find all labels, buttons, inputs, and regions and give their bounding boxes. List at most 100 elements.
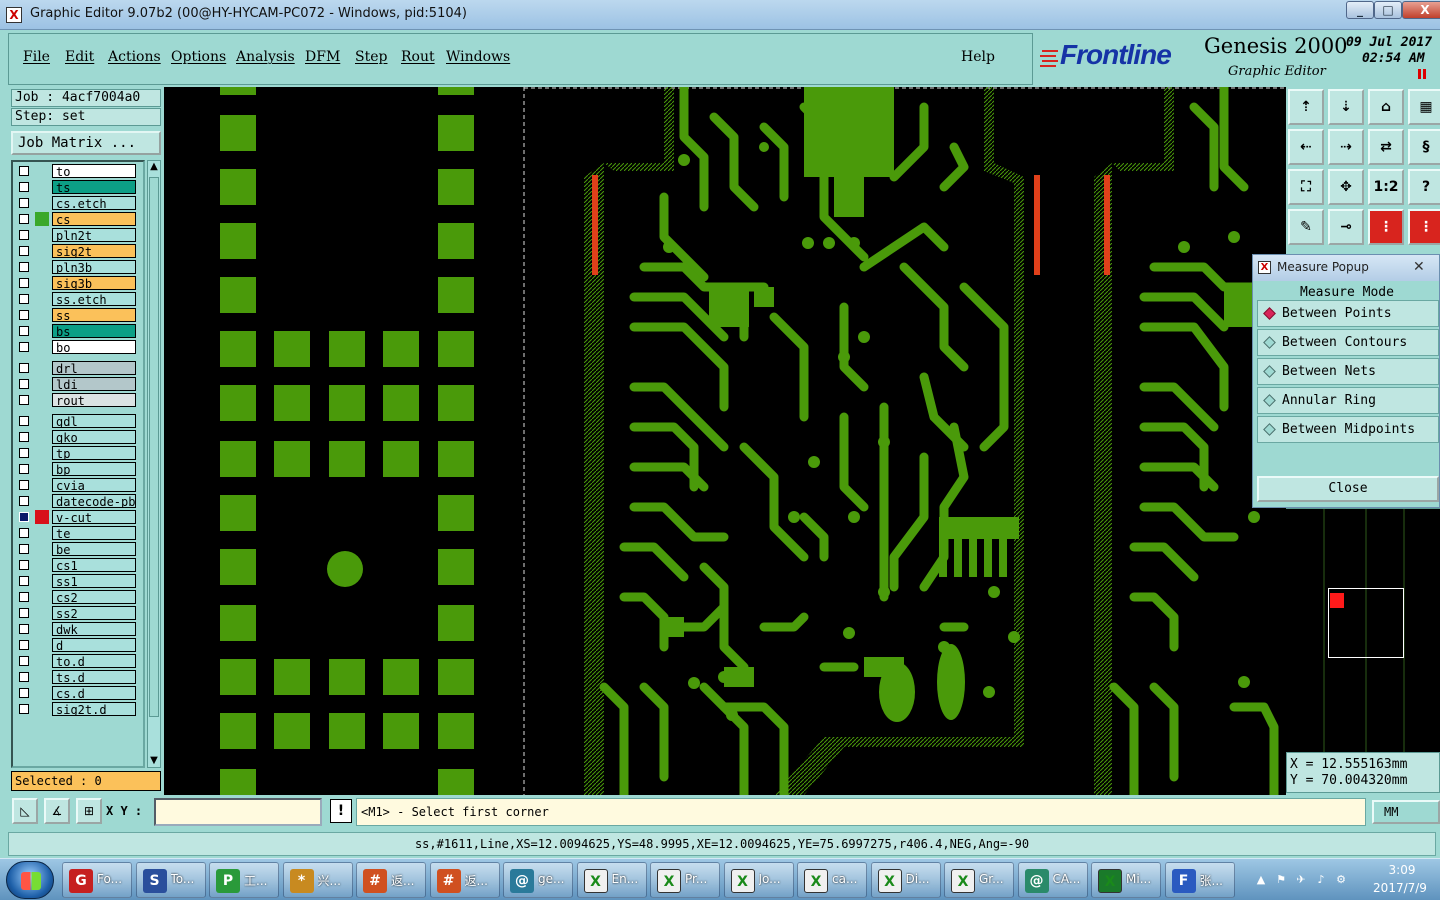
layer-row-bs[interactable]: bs <box>15 324 143 339</box>
taskbar-app[interactable]: X Di... <box>870 862 941 898</box>
layer-checkbox[interactable] <box>19 496 29 506</box>
layer-row-ss2[interactable]: ss2 <box>15 606 143 621</box>
pause-icon[interactable] <box>1418 69 1426 79</box>
layer-name[interactable]: pln2t <box>52 228 136 242</box>
layer-indicator[interactable] <box>35 393 49 407</box>
layer-name[interactable]: bs <box>52 324 136 338</box>
close-window-button[interactable]: X <box>1402 1 1440 19</box>
units-selector[interactable]: MM <box>1372 800 1440 824</box>
layer-checkbox[interactable] <box>19 464 29 474</box>
pan-right-icon[interactable]: ⇢ <box>1328 129 1364 165</box>
clock-date[interactable]: 2017/7/9 <box>1362 881 1438 895</box>
snap-grid-icon[interactable]: ⊞ <box>76 798 102 824</box>
mode-between-points[interactable]: Between Points <box>1257 300 1439 327</box>
layer-list-scrollbar[interactable]: ▲ ▼ <box>147 160 161 768</box>
layer-name[interactable]: ts.d <box>52 670 136 684</box>
layer-indicator[interactable] <box>35 702 49 716</box>
layer-indicator[interactable] <box>35 361 49 375</box>
help-query-button[interactable]: ? <box>1408 169 1440 205</box>
ime-icon[interactable]: ⚙ <box>1334 873 1348 887</box>
layer-name[interactable]: ss1 <box>52 574 136 588</box>
zoom-down-icon[interactable]: ⇣ <box>1328 89 1364 125</box>
taskbar-app[interactable]: X Pr... <box>650 862 720 898</box>
alert-icon[interactable]: ! <box>330 799 352 823</box>
layer-checkbox[interactable] <box>19 624 29 634</box>
layer-checkbox[interactable] <box>19 182 29 192</box>
flip-icon[interactable]: ⇄ <box>1368 129 1404 165</box>
layer-indicator[interactable] <box>35 574 49 588</box>
taskbar-app[interactable]: X En... <box>576 862 647 898</box>
maximize-button[interactable]: □ <box>1374 1 1402 19</box>
layer-indicator[interactable] <box>35 494 49 508</box>
layer-indicator[interactable] <box>35 446 49 460</box>
snap-corner-icon[interactable]: ◺ <box>12 798 38 824</box>
layer-name[interactable]: datecode-pbe <box>52 494 136 508</box>
popup-close-icon[interactable]: ✕ <box>1413 255 1425 279</box>
layer-row-d[interactable]: d <box>15 638 143 653</box>
layer-indicator[interactable] <box>35 670 49 684</box>
layer-name[interactable]: cvia <box>52 478 136 492</box>
layer-row-cs-d[interactable]: cs.d <box>15 686 143 701</box>
layer-name[interactable]: to.d <box>52 654 136 668</box>
menu-windows[interactable]: Windows <box>446 49 510 65</box>
layer-row-to[interactable]: to <box>15 164 143 179</box>
layer-indicator[interactable] <box>35 606 49 620</box>
layer-checkbox[interactable] <box>19 576 29 586</box>
layer-checkbox[interactable] <box>19 166 29 176</box>
flag-icon[interactable]: ✈ <box>1294 873 1308 887</box>
layer-row-ss-etch[interactable]: ss.etch <box>15 292 143 307</box>
taskbar-app[interactable]: * 兴... <box>282 862 353 898</box>
layer-checkbox[interactable] <box>19 294 29 304</box>
layer-name[interactable]: gdl <box>52 414 136 428</box>
layer-indicator[interactable] <box>35 686 49 700</box>
layer-indicator[interactable] <box>35 430 49 444</box>
layer-indicator[interactable] <box>35 212 49 226</box>
layer-name[interactable]: cs2 <box>52 590 136 604</box>
viewport-frame[interactable] <box>1328 588 1404 658</box>
measure-close-button[interactable]: Close <box>1257 476 1439 502</box>
layer-indicator[interactable] <box>35 292 49 306</box>
layer-indicator[interactable] <box>35 510 49 524</box>
layer-checkbox[interactable] <box>19 448 29 458</box>
layer-indicator[interactable] <box>35 654 49 668</box>
mode-between-contours[interactable]: Between Contours <box>1257 329 1439 356</box>
layer-row-to-d[interactable]: to.d <box>15 654 143 669</box>
layer-row-ldi[interactable]: ldi <box>15 377 143 392</box>
layer-checkbox[interactable] <box>19 198 29 208</box>
menu-edit[interactable]: Edit <box>65 49 94 65</box>
mode-between-nets[interactable]: Between Nets <box>1257 358 1439 385</box>
layer-row-cs1[interactable]: cs1 <box>15 558 143 573</box>
layout-grid-icon[interactable]: ▦ <box>1408 89 1440 125</box>
layer-checkbox[interactable] <box>19 656 29 666</box>
menu-analysis[interactable]: Analysis <box>236 49 295 65</box>
taskbar-app[interactable]: X Gr... <box>944 862 1014 898</box>
layer-row-pln3b[interactable]: pln3b <box>15 260 143 275</box>
menu-actions[interactable]: Actions <box>108 49 161 65</box>
layer-row-v-cut[interactable]: v-cut <box>15 510 143 525</box>
layer-name[interactable]: d <box>52 638 136 652</box>
layer-row-gdl[interactable]: gdl <box>15 414 143 429</box>
probe-icon[interactable]: ⊸ <box>1328 209 1364 245</box>
layer-name[interactable]: v-cut <box>52 510 136 524</box>
layer-checkbox[interactable] <box>19 262 29 272</box>
layer-checkbox[interactable] <box>19 278 29 288</box>
layer-checkbox[interactable] <box>19 688 29 698</box>
layer-checkbox[interactable] <box>19 704 29 714</box>
layer-indicator[interactable] <box>35 462 49 476</box>
layer-row-bo[interactable]: bo <box>15 340 143 355</box>
layer-name[interactable]: cs1 <box>52 558 136 572</box>
net-highlight-icon[interactable]: ⋮ <box>1368 209 1404 245</box>
taskbar-app[interactable]: X Mi... <box>1091 862 1161 898</box>
layer-checkbox[interactable] <box>19 214 29 224</box>
measure-tool-icon[interactable]: ✎ <box>1288 209 1324 245</box>
layer-name[interactable]: dwk <box>52 622 136 636</box>
layer-name[interactable]: sig2t.d <box>52 702 136 716</box>
mode-between-midpoints[interactable]: Between Midpoints <box>1257 416 1439 443</box>
layer-name[interactable]: pln3b <box>52 260 136 274</box>
layer-checkbox[interactable] <box>19 544 29 554</box>
layer-checkbox[interactable] <box>19 395 29 405</box>
layer-name[interactable]: tp <box>52 446 136 460</box>
taskbar-app[interactable]: @ ge... <box>503 862 573 898</box>
clock-time[interactable]: 3:09 <box>1374 863 1430 877</box>
layer-name[interactable]: cs.etch <box>52 196 136 210</box>
